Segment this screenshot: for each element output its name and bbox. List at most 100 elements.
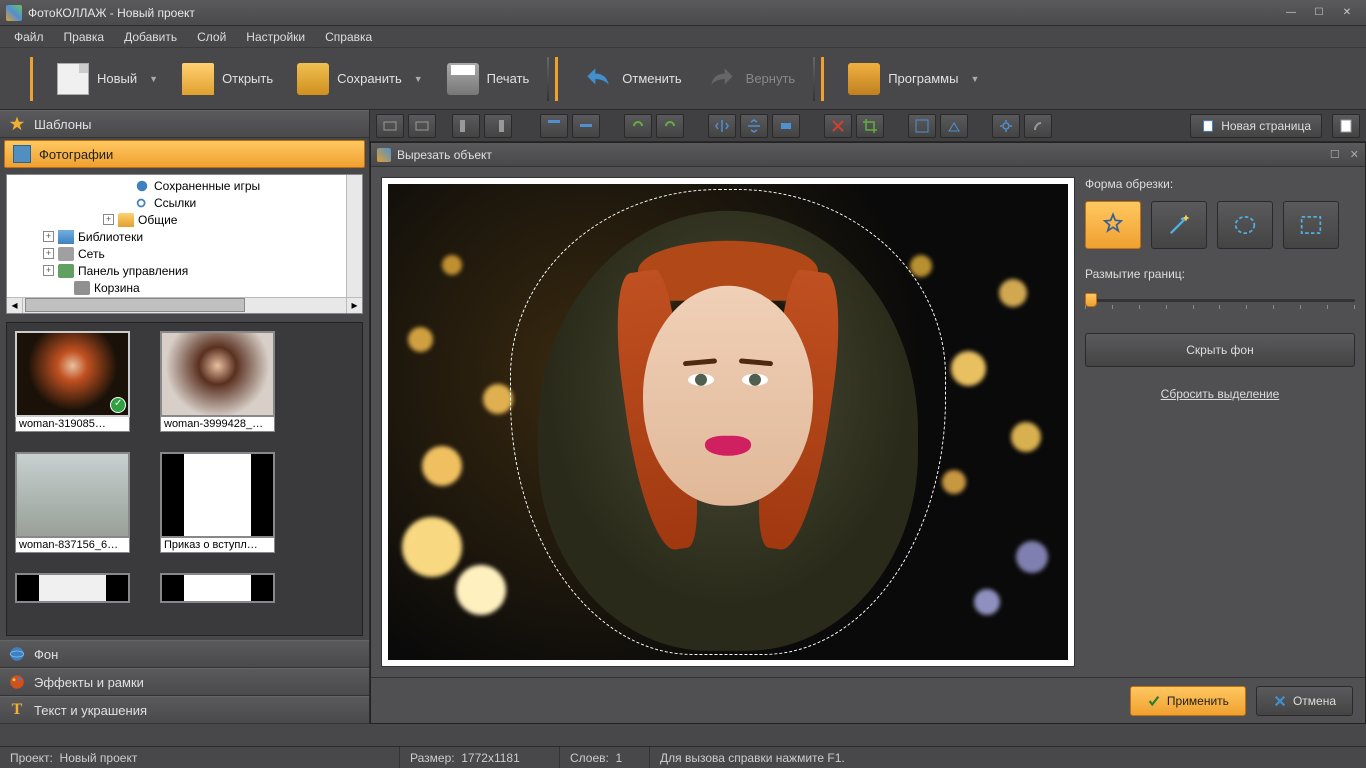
check-icon (110, 397, 126, 413)
print-button[interactable]: Печать (435, 55, 542, 103)
reset-selection-link[interactable]: Сбросить выделение (1085, 387, 1355, 401)
thumbnails: woman-319085… woman-3999428_… woman-8371… (6, 322, 363, 636)
tree-item[interactable]: +Сеть (9, 245, 360, 262)
tree-vscroll[interactable] (346, 175, 362, 297)
panel-text[interactable]: T Текст и украшения (0, 696, 369, 724)
tree-item[interactable]: Сохраненные игры (9, 177, 360, 194)
status-layers: Слоев: 1 (560, 747, 650, 768)
thumb-label: woman-3999428_… (160, 417, 275, 432)
slider-thumb[interactable] (1085, 293, 1097, 307)
panel-photos[interactable]: Фотографии (4, 140, 365, 168)
shape-ellipse-button[interactable] (1217, 201, 1273, 249)
blur-slider[interactable] (1085, 291, 1355, 311)
undo-icon (582, 63, 614, 95)
minimize-button[interactable]: — (1278, 4, 1304, 22)
main-toolbar: Новый ▼ Открыть Сохранить ▼ Печать Отмен… (0, 48, 1366, 110)
tree-item[interactable]: +Панель управления (9, 262, 360, 279)
flip-button[interactable] (708, 114, 736, 138)
shape-freehand-button[interactable] (1085, 201, 1141, 249)
align-button[interactable] (540, 114, 568, 138)
folder-tree[interactable]: Сохраненные игры Ссылки +Общие +Библиоте… (6, 174, 363, 314)
shape-rect-button[interactable] (1283, 201, 1339, 249)
dialog-close-button[interactable]: ✕ (1350, 148, 1359, 161)
shape-wand-button[interactable] (1151, 201, 1207, 249)
programs-button[interactable]: Программы ▼ (836, 55, 991, 103)
text-label: Текст и украшения (34, 703, 147, 718)
titlebar: ФотоКОЛЛАЖ - Новый проект — ☐ ✕ (0, 0, 1366, 26)
thumb-item[interactable]: Приказ о вступл… (160, 452, 275, 553)
align-button[interactable] (572, 114, 600, 138)
open-button[interactable]: Открыть (170, 55, 285, 103)
dialog-maximize-button[interactable]: ☐ (1330, 148, 1340, 161)
panel-effects[interactable]: Эффекты и рамки (0, 668, 369, 696)
tool-button[interactable] (452, 114, 480, 138)
delete-button[interactable] (824, 114, 852, 138)
tool-button[interactable] (1332, 114, 1360, 138)
recycle-icon (74, 281, 90, 295)
canvas[interactable] (381, 177, 1075, 667)
close-button[interactable]: ✕ (1334, 4, 1360, 22)
redo-label: Вернуть (746, 71, 796, 86)
sidebar-left: Шаблоны Фотографии Сохраненные игры Ссыл… (0, 110, 370, 724)
menu-add[interactable]: Добавить (114, 27, 187, 47)
new-label: Новый (97, 71, 137, 86)
hide-background-button[interactable]: Скрыть фон (1085, 333, 1355, 367)
menu-settings[interactable]: Настройки (236, 27, 315, 47)
rotate-button[interactable] (656, 114, 684, 138)
apply-button[interactable]: Применить (1130, 686, 1246, 716)
thumb-item[interactable]: woman-319085… (15, 331, 130, 432)
thumb-label: woman-837156_6… (15, 538, 130, 553)
maximize-button[interactable]: ☐ (1306, 4, 1332, 22)
tree-item[interactable]: Ссылки (9, 194, 360, 211)
flip-button[interactable] (740, 114, 768, 138)
redo-button[interactable]: Вернуть (694, 55, 808, 103)
tool-button[interactable] (408, 114, 436, 138)
cut-object-dialog: Вырезать объект ☐ ✕ (370, 142, 1366, 724)
background-label: Фон (34, 647, 58, 662)
tool-button[interactable] (376, 114, 404, 138)
status-help: Для вызова справки нажмите F1. (650, 747, 1366, 768)
tool-button[interactable] (908, 114, 936, 138)
panel-templates[interactable]: Шаблоны (0, 110, 369, 138)
tree-item[interactable]: Корзина (9, 279, 360, 296)
folder-icon (182, 63, 214, 95)
crop-button[interactable] (856, 114, 884, 138)
thumb-item[interactable] (15, 573, 130, 603)
content: Шаблоны Фотографии Сохраненные игры Ссыл… (0, 110, 1366, 724)
rotate-button[interactable] (624, 114, 652, 138)
tool-button[interactable] (772, 114, 800, 138)
new-page-button[interactable]: Новая страница (1190, 114, 1322, 138)
save-button[interactable]: Сохранить ▼ (285, 55, 435, 103)
main-area: Новая страница Вырезать объект ☐ ✕ (370, 110, 1366, 724)
tree-item[interactable]: +Библиотеки (9, 228, 360, 245)
accent-bar (30, 57, 33, 101)
menu-edit[interactable]: Правка (54, 27, 115, 47)
thumb-item[interactable]: woman-837156_6… (15, 452, 130, 553)
thumb-item[interactable] (160, 573, 275, 603)
thumb-item[interactable]: woman-3999428_… (160, 331, 275, 432)
menu-help[interactable]: Справка (315, 27, 382, 47)
box-icon (848, 63, 880, 95)
folder-icon (118, 213, 134, 227)
tree-hscroll[interactable]: ◂ ▸ (7, 297, 362, 313)
statusbar: Проект: Новый проект Размер: 1772x1181 С… (0, 746, 1366, 768)
thumb-image (15, 452, 130, 538)
game-icon (134, 179, 150, 193)
tool-button[interactable] (484, 114, 512, 138)
separator (813, 57, 815, 101)
tool-button[interactable] (940, 114, 968, 138)
save-label: Сохранить (337, 71, 402, 86)
dialog-icon (377, 148, 391, 162)
menu-file[interactable]: Файл (4, 27, 54, 47)
menu-layer[interactable]: Слой (187, 27, 236, 47)
crop-options-panel: Форма обрезки: Размытие границ: (1085, 177, 1355, 667)
tree-item[interactable]: +Общие (9, 211, 360, 228)
tool-button[interactable] (1024, 114, 1052, 138)
new-button[interactable]: Новый ▼ (45, 55, 170, 103)
thumb-label: Приказ о вступл… (160, 538, 275, 553)
settings-button[interactable] (992, 114, 1020, 138)
programs-label: Программы (888, 71, 958, 86)
panel-background[interactable]: Фон (0, 640, 369, 668)
cancel-button[interactable]: Отмена (1256, 686, 1353, 716)
undo-button[interactable]: Отменить (570, 55, 693, 103)
